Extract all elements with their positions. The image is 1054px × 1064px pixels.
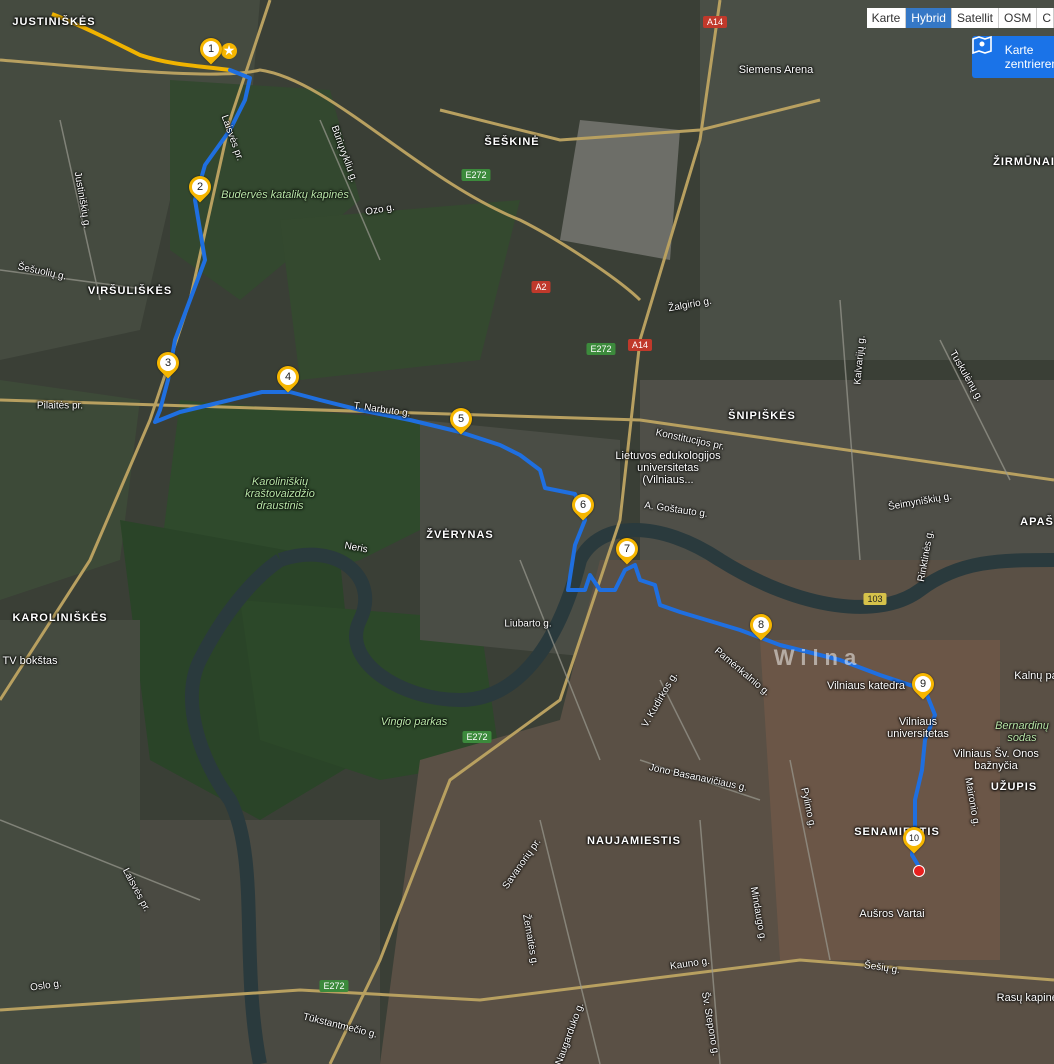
route-marker-9[interactable]: 9 (907, 668, 939, 700)
district-label-zverynas: ŽVĖRYNAS (426, 529, 494, 541)
highway-shield-103: 103 (863, 593, 887, 605)
place-label-budervės-kapines: Budervės katalikų kapinės (221, 189, 349, 201)
layer-option-karte[interactable]: Karte (866, 8, 907, 28)
highway-shield-a14-north: A14 (702, 16, 728, 28)
district-label-uzupis: UŽUPIS (990, 781, 1038, 793)
place-label-bernardinu-sodas: Bernardinų sodas (995, 720, 1049, 744)
place-label-edukologijos-universitetas: Lietuvos edukologijos universitetas (Vil… (615, 450, 721, 486)
route-marker-7[interactable]: 7 (611, 533, 643, 565)
map-layer-switcher: Karte Hybrid Satellit OSM C (866, 8, 1054, 28)
layer-option-c[interactable]: C (1037, 8, 1054, 28)
highway-shield-e272-north: E272 (461, 169, 491, 181)
road-label-liubarto-g: Liubarto g. (504, 618, 552, 630)
city-label-wilna: Wilna (773, 645, 863, 670)
route-marker-10[interactable]: 10 (898, 822, 930, 854)
place-label-rasu-kapines: Rasų kapinės (996, 992, 1054, 1004)
route-marker-1[interactable]: 1 (195, 33, 227, 65)
highway-shield-e272-center: E272 (586, 343, 616, 355)
district-label-snipiskes: ŠNIPIŠKĖS (728, 410, 796, 422)
district-label-zirmunai: ŽIRMŪNAI (993, 156, 1054, 168)
layer-option-hybrid[interactable]: Hybrid (906, 8, 952, 28)
map-canvas[interactable]: JUSTINIŠKĖS VIRŠULIŠKĖS KAROLINIŠKĖS ŠEŠ… (0, 0, 1054, 1064)
route-marker-3[interactable]: 3 (152, 347, 184, 379)
place-label-siemens-arena: Siemens Arena (738, 64, 814, 76)
district-label-senamiestis: SENAMIESTIS (854, 826, 940, 838)
district-label-seskine: ŠEŠKINĖ (484, 136, 540, 148)
road-label-pilaites-pr: Pilaitės pr. (36, 400, 84, 412)
place-label-vilniaus-universitetas: Vilniaus universitetas (887, 716, 949, 740)
district-label-virsuliskes: VIRŠULIŠKĖS (87, 285, 173, 297)
place-label-vilniaus-katedra: Vilniaus katedra (826, 680, 906, 692)
place-label-tv-bokstas: TV bokštas (2, 655, 58, 667)
route-marker-2[interactable]: 2 (184, 171, 216, 203)
layer-option-satellit[interactable]: Satellit (951, 8, 999, 28)
highway-shield-e272-vingis: E272 (462, 731, 492, 743)
center-map-button[interactable]: Karte zentrieren (972, 36, 1054, 78)
place-label-ausros-vartai: Aušros Vartai (859, 908, 925, 920)
place-label-vingio-parkas: Vingio parkas (380, 716, 448, 728)
route-marker-4[interactable]: 4 (272, 361, 304, 393)
route-overlay (51, 12, 937, 867)
place-label-karoliniskiu-draustinis: Karoliniškių kraštovaizdžio draustinis (245, 476, 315, 512)
route-start-star-icon[interactable]: ★ (221, 43, 237, 59)
highway-shield-a14-south: A14 (627, 339, 653, 351)
map-book-icon (972, 36, 1001, 71)
district-label-karoliniskes: KAROLINIŠKĖS (12, 612, 108, 624)
center-map-label: Karte zentrieren (1004, 43, 1054, 71)
route-marker-8[interactable]: 8 (745, 609, 777, 641)
route-marker-6[interactable]: 6 (567, 489, 599, 521)
highway-shield-a2: A2 (531, 281, 551, 293)
district-label-naujamiestis: NAUJAMIESTIS (587, 835, 681, 847)
place-label-kalnu-parkas: Kalnų pa (1014, 670, 1054, 682)
route-end-dot-icon[interactable] (913, 865, 925, 877)
place-label-sv-onos-baznycia: Vilniaus Šv. Onos bažnyčia (953, 748, 1039, 772)
district-label-justiniskes: JUSTINIŠKĖS (12, 16, 96, 28)
highway-shield-e272-south: E272 (319, 980, 349, 992)
route-marker-5[interactable]: 5 (445, 403, 477, 435)
district-label-apas: APAŠ (1020, 516, 1054, 528)
layer-option-osm[interactable]: OSM (998, 8, 1038, 28)
